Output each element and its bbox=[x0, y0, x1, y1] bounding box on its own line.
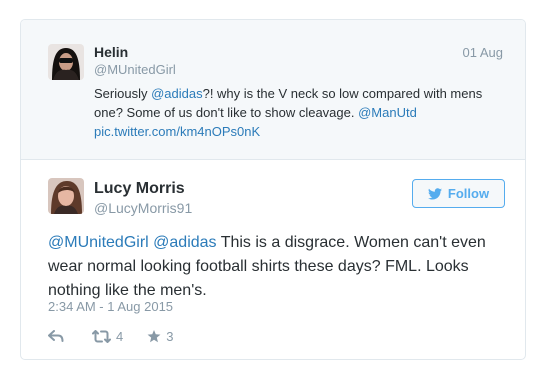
author-name[interactable]: Lucy Morris bbox=[94, 180, 185, 198]
tweet-actions: 4 3 bbox=[48, 327, 173, 345]
mention-link[interactable]: @adidas bbox=[153, 234, 216, 251]
pic-link[interactable]: pic.twitter.com/km4nOPs0nK bbox=[94, 124, 260, 139]
tweet-timestamp[interactable]: 2:34 AM - 1 Aug 2015 bbox=[48, 299, 173, 314]
retweet-count: 4 bbox=[116, 328, 124, 344]
retweet-button[interactable]: 4 bbox=[92, 329, 123, 344]
follow-label: Follow bbox=[447, 186, 490, 201]
author-handle[interactable]: @LucyMorris91 bbox=[94, 200, 192, 216]
quoted-avatar[interactable] bbox=[48, 44, 84, 80]
star-icon bbox=[147, 329, 161, 342]
quoted-tweet-date[interactable]: 01 Aug bbox=[463, 45, 504, 60]
reply-button[interactable] bbox=[48, 330, 64, 342]
author-avatar[interactable] bbox=[48, 178, 84, 214]
mention-link[interactable]: @adidas bbox=[151, 86, 203, 101]
retweet-icon bbox=[92, 329, 111, 343]
mention-link[interactable]: @MUnitedGirl bbox=[48, 234, 149, 251]
tweet-text: @MUnitedGirl @adidas This is a disgrace.… bbox=[48, 231, 508, 303]
embedded-tweet-card: Helin @MUnitedGirl 01 Aug Seriously @adi… bbox=[20, 19, 526, 360]
mention-link[interactable]: @ManUtd bbox=[358, 105, 417, 120]
quoted-tweet-text: Seriously @adidas?! why is the V neck so… bbox=[94, 84, 509, 141]
quoted-text-prefix: Seriously bbox=[94, 86, 152, 101]
reply-icon bbox=[48, 330, 64, 342]
twitter-bird-icon bbox=[427, 187, 442, 200]
favorite-button[interactable]: 3 bbox=[147, 329, 173, 344]
quoted-author-name[interactable]: Helin bbox=[94, 44, 128, 60]
quoted-tweet[interactable]: Helin @MUnitedGirl 01 Aug Seriously @adi… bbox=[21, 20, 525, 160]
favorite-count: 3 bbox=[166, 328, 174, 344]
follow-button[interactable]: Follow bbox=[412, 179, 505, 208]
quoted-author-handle[interactable]: @MUnitedGirl bbox=[94, 62, 176, 77]
